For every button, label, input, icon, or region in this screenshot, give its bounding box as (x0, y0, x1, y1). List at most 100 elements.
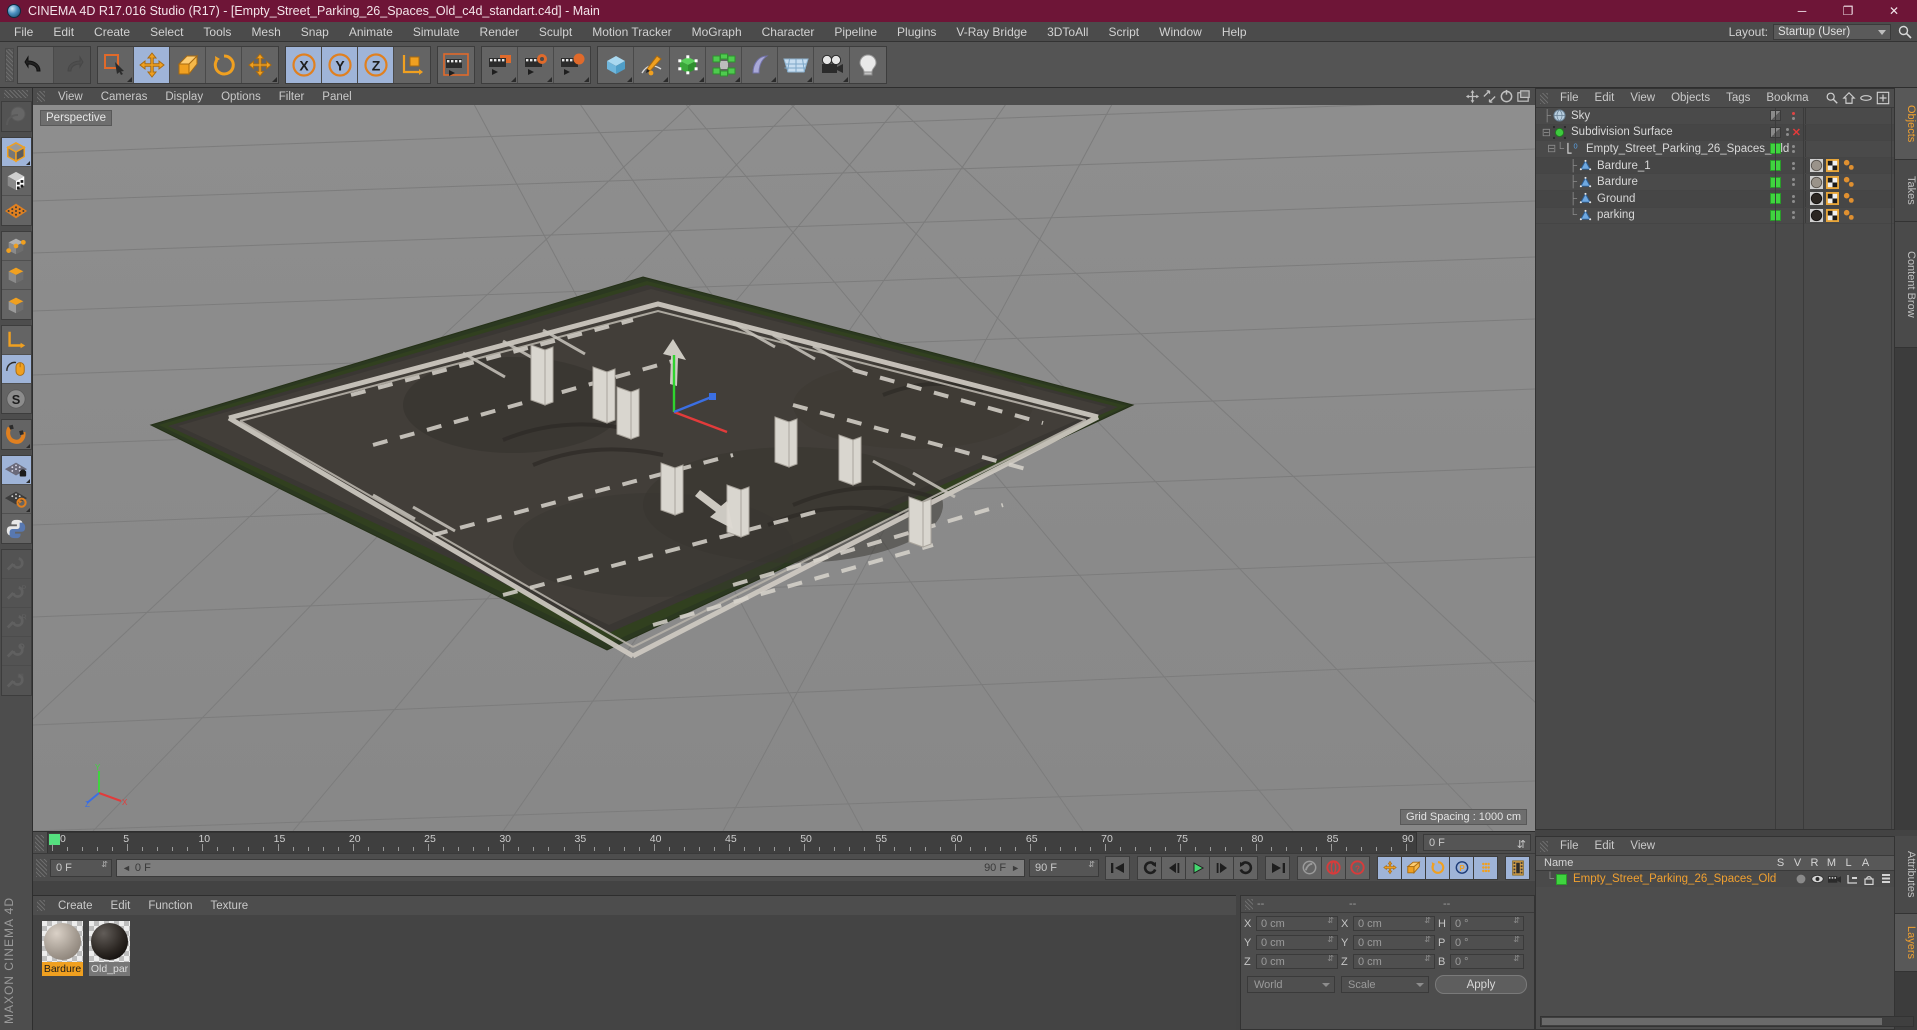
previous-keyframe-button[interactable] (1137, 855, 1162, 880)
spinner-icon[interactable]: ⇵ (1513, 955, 1520, 963)
add-light-button[interactable] (850, 46, 886, 83)
viewport-grip[interactable] (37, 91, 45, 102)
menu-item-tools[interactable]: Tools (193, 22, 241, 42)
rotate-tool-button[interactable] (206, 46, 242, 83)
live-selection-button[interactable] (98, 46, 134, 83)
param-key-button[interactable]: P (1449, 855, 1474, 880)
object-tags[interactable] (1810, 192, 1894, 206)
next-keyframe-button[interactable] (1233, 855, 1258, 880)
layout-select[interactable]: Startup (User) (1773, 24, 1891, 40)
uv-checker-icon[interactable] (1826, 208, 1839, 222)
dots-orange-icon[interactable] (1842, 192, 1855, 205)
material-menu-function[interactable]: Function (139, 900, 201, 912)
add-generator-button[interactable] (670, 46, 706, 83)
layer-row[interactable]: └ Empty_Street_Parking_26_Spaces_Old (1536, 871, 1894, 887)
visibility-dots[interactable] (1785, 111, 1801, 120)
tool-x-button[interactable] (1, 666, 31, 695)
toolbar-grip[interactable] (5, 47, 14, 82)
menu-item-mograph[interactable]: MoGraph (682, 22, 752, 42)
object-manager-list[interactable]: ├ Sky ⊟ Subdivision Surface ✕ ⊟└ 0 Empty_Street… (1536, 108, 1894, 829)
left-toolbar-grip[interactable] (4, 90, 28, 98)
tab-content-browser[interactable]: Content Brow (1895, 222, 1917, 348)
magnet-button[interactable] (1, 420, 31, 449)
viewport-menu-filter[interactable]: Filter (270, 91, 314, 103)
object-tags[interactable] (1810, 159, 1894, 173)
material-menu-texture[interactable]: Texture (201, 900, 257, 912)
object-row[interactable]: ├ Ground (1536, 190, 1894, 208)
ellipse-icon[interactable] (1859, 91, 1873, 105)
menu-item-file[interactable]: File (4, 22, 43, 42)
add-camera-button[interactable] (814, 46, 850, 83)
move-view-icon[interactable] (1465, 89, 1480, 104)
keyframe-selection-button[interactable]: ? (1345, 855, 1370, 880)
autokeying-button[interactable] (1321, 855, 1346, 880)
object-row[interactable]: ⊟ Subdivision Surface ✕ (1536, 124, 1894, 142)
timeline-grip[interactable] (35, 835, 44, 851)
layer-visible-icon[interactable] (1809, 874, 1826, 884)
uv-checker-icon[interactable] (1826, 175, 1839, 189)
menu-item-animate[interactable]: Animate (339, 22, 403, 42)
menu-item-window[interactable]: Window (1149, 22, 1212, 42)
go-to-start-button[interactable] (1105, 855, 1130, 880)
material-name[interactable]: Bardure (42, 962, 83, 976)
world-object-coordinates-button[interactable] (394, 46, 430, 83)
preview-range-bar[interactable]: ◄ 0 F 90 F ► (116, 858, 1025, 877)
menu-item-simulate[interactable]: Simulate (403, 22, 470, 42)
viewport-solo-button[interactable] (1, 355, 31, 384)
menu-item-select[interactable]: Select (140, 22, 193, 42)
workplane-rotate-button[interactable] (1, 485, 31, 514)
model-mode-button[interactable] (1, 138, 31, 167)
object-row[interactable]: ├ Bardure (1536, 174, 1894, 191)
om-menu-tags[interactable]: Tags (1718, 92, 1758, 104)
apply-button[interactable]: Apply (1435, 975, 1527, 994)
minimize-button[interactable]: ─ (1779, 0, 1825, 22)
redo-button[interactable] (54, 46, 90, 83)
visibility-dots[interactable] (1785, 211, 1801, 220)
layer-solo-icon[interactable] (1792, 874, 1809, 884)
viewport-menu-display[interactable]: Display (156, 91, 212, 103)
axis-x-button[interactable]: X (286, 46, 322, 83)
tab-layers[interactable]: Layers (1895, 914, 1917, 972)
menu-item-edit[interactable]: Edit (43, 22, 84, 42)
material-grey-icon[interactable] (1810, 159, 1823, 173)
search-icon[interactable] (1897, 24, 1913, 40)
dots-orange-icon[interactable] (1842, 176, 1855, 189)
scrollbar-thumb[interactable] (1542, 1018, 1882, 1025)
close-button[interactable]: ✕ (1871, 0, 1917, 22)
record-active-objects-button[interactable] (1297, 855, 1322, 880)
menu-item-snap[interactable]: Snap (291, 22, 339, 42)
menu-item-motion-tracker[interactable]: Motion Tracker (582, 22, 681, 42)
material-dark-icon[interactable] (1810, 192, 1823, 206)
om-menu-bookma[interactable]: Bookma (1758, 92, 1816, 104)
add-cube-button[interactable] (598, 46, 634, 83)
axis-z-button[interactable]: Z (358, 46, 394, 83)
rotation-h-input[interactable]: 0 ° ⇵ (1450, 916, 1524, 931)
position-y-input[interactable]: 0 cm ⇵ (1256, 935, 1338, 950)
timeline-playhead[interactable] (49, 834, 60, 845)
add-spline-button[interactable] (634, 46, 670, 83)
material-grey-icon[interactable] (1810, 175, 1823, 189)
layer-manager-grip[interactable] (1540, 840, 1548, 852)
uv-checker-icon[interactable] (1826, 159, 1839, 173)
timeline-toggle-button[interactable] (1505, 855, 1530, 880)
scale-view-icon[interactable] (1482, 89, 1497, 104)
tab-objects[interactable]: Objects (1895, 88, 1917, 160)
object-tags[interactable] (1810, 175, 1894, 189)
uv-checker-icon[interactable] (1826, 192, 1839, 206)
om-menu-view[interactable]: View (1622, 92, 1663, 104)
layer-menu-file[interactable]: File (1552, 840, 1587, 852)
layer-menu-view[interactable]: View (1622, 840, 1663, 852)
material-menu-edit[interactable]: Edit (102, 900, 140, 912)
go-to-end-button[interactable] (1265, 855, 1290, 880)
rotation-b-input[interactable]: 0 ° ⇵ (1450, 954, 1524, 969)
size-y-input[interactable]: 0 cm ⇵ (1353, 935, 1435, 950)
layer-menu-edit[interactable]: Edit (1587, 840, 1623, 852)
material-item[interactable]: Bardure (42, 921, 83, 1030)
object-mode-button[interactable] (1, 167, 31, 196)
rotate-view-icon[interactable] (1499, 89, 1514, 104)
menu-item-render[interactable]: Render (470, 22, 529, 42)
material-name[interactable]: Old_par (89, 962, 130, 976)
om-menu-file[interactable]: File (1552, 92, 1587, 104)
visibility-dots[interactable] (1785, 194, 1801, 203)
size-x-input[interactable]: 0 cm ⇵ (1353, 916, 1435, 931)
